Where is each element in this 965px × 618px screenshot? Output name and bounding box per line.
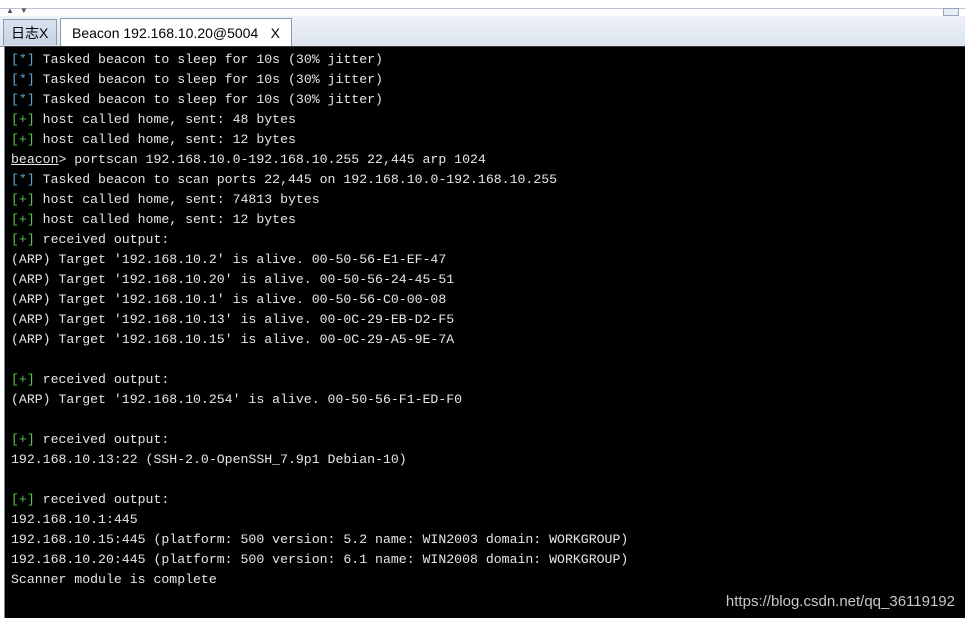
console-line-text: (ARP) Target '192.168.10.20' is alive. 0… xyxy=(11,272,455,287)
tab-label: 日志 xyxy=(11,25,39,41)
console-line: (ARP) Target '192.168.10.13' is alive. 0… xyxy=(11,310,628,330)
success-tag: [+] xyxy=(11,492,35,507)
success-tag: [+] xyxy=(11,132,35,147)
console-line: (ARP) Target '192.168.10.15' is alive. 0… xyxy=(11,330,628,350)
tab-event-log[interactable]: 日志X xyxy=(3,19,57,45)
info-tag: [*] xyxy=(11,52,35,67)
console-line: [+] received output: xyxy=(11,370,628,390)
console-line: (ARP) Target '192.168.10.20' is alive. 0… xyxy=(11,270,628,290)
console-line-text: Tasked beacon to scan ports 22,445 on 19… xyxy=(34,172,558,187)
console-line: [+] received output: xyxy=(11,490,628,510)
watermark: https://blog.csdn.net/qq_36119192 xyxy=(725,593,955,610)
console-line-text: received output: xyxy=(34,372,170,387)
tab-bar: 日志X Beacon 192.168.10.20@5004 X xyxy=(0,16,965,47)
info-tag: [*] xyxy=(11,172,35,187)
console-line: (ARP) Target '192.168.10.254' is alive. … xyxy=(11,390,628,410)
console-line: (ARP) Target '192.168.10.2' is alive. 00… xyxy=(11,250,628,270)
console-line-text: (ARP) Target '192.168.10.2' is alive. 00… xyxy=(11,252,447,267)
console-line-text: 192.168.10.20:445 (platform: 500 version… xyxy=(11,552,629,567)
console-line: (ARP) Target '192.168.10.1' is alive. 00… xyxy=(11,290,628,310)
console-line-text: host called home, sent: 48 bytes xyxy=(34,112,296,127)
console-line-text: received output: xyxy=(34,492,170,507)
info-tag: [*] xyxy=(11,92,35,107)
scroll-arrows[interactable]: ▲ ▼ xyxy=(6,7,34,15)
tab-beacon[interactable]: Beacon 192.168.10.20@5004 X xyxy=(60,18,292,47)
success-tag: [+] xyxy=(11,232,35,247)
console-line-text: > portscan 192.168.10.0-192.168.10.255 2… xyxy=(58,152,486,167)
console-line-text: (ARP) Target '192.168.10.15' is alive. 0… xyxy=(11,332,455,347)
beacon-prompt: beacon xyxy=(11,152,59,167)
console-line-text: 192.168.10.15:445 (platform: 500 version… xyxy=(11,532,629,547)
console-line-text: (ARP) Target '192.168.10.1' is alive. 00… xyxy=(11,292,447,307)
console-line: [+] host called home, sent: 12 bytes xyxy=(11,210,628,230)
arrow-down-icon[interactable]: ▼ xyxy=(20,6,28,15)
success-tag: [+] xyxy=(11,112,35,127)
close-icon[interactable]: X xyxy=(39,25,48,41)
console-line: 192.168.10.13:22 (SSH-2.0-OpenSSH_7.9p1 … xyxy=(11,450,628,470)
console-line-text: host called home, sent: 12 bytes xyxy=(34,132,296,147)
console-line-text: Tasked beacon to sleep for 10s (30% jitt… xyxy=(34,92,383,107)
console-line-text: Tasked beacon to sleep for 10s (30% jitt… xyxy=(34,72,383,87)
console-line: [+] host called home, sent: 74813 bytes xyxy=(11,190,628,210)
console-line-text: (ARP) Target '192.168.10.254' is alive. … xyxy=(11,392,463,407)
success-tag: [+] xyxy=(11,212,35,227)
console-line-text: Scanner module is complete xyxy=(11,572,217,587)
console-line: [+] host called home, sent: 12 bytes xyxy=(11,130,628,150)
beacon-console[interactable]: [*] Tasked beacon to sleep for 10s (30% … xyxy=(4,46,965,618)
console-line-text: 192.168.10.13:22 (SSH-2.0-OpenSSH_7.9p1 … xyxy=(11,452,407,467)
close-icon[interactable]: X xyxy=(271,19,280,47)
console-line: Scanner module is complete xyxy=(11,570,628,590)
console-line: [*] Tasked beacon to sleep for 10s (30% … xyxy=(11,90,628,110)
console-line: [*] Tasked beacon to sleep for 10s (30% … xyxy=(11,50,628,70)
info-tag: [*] xyxy=(11,72,35,87)
console-line: [*] Tasked beacon to sleep for 10s (30% … xyxy=(11,70,628,90)
success-tag: [+] xyxy=(11,432,35,447)
arrow-up-icon[interactable]: ▲ xyxy=(6,6,14,15)
tab-label: Beacon 192.168.10.20@5004 xyxy=(72,25,259,41)
console-line-text: (ARP) Target '192.168.10.13' is alive. 0… xyxy=(11,312,455,327)
maximize-icon[interactable] xyxy=(943,8,959,16)
console-line-text: received output: xyxy=(34,432,170,447)
console-line-text: 192.168.10.1:445 xyxy=(11,512,138,527)
console-line: 192.168.10.20:445 (platform: 500 version… xyxy=(11,550,628,570)
console-line: [+] received output: xyxy=(11,230,628,250)
console-line: 192.168.10.1:445 xyxy=(11,510,628,530)
console-line: 192.168.10.15:445 (platform: 500 version… xyxy=(11,530,628,550)
window-top-strip xyxy=(0,0,965,9)
console-line-text: received output: xyxy=(34,232,170,247)
console-line-text: host called home, sent: 74813 bytes xyxy=(34,192,320,207)
console-output: [*] Tasked beacon to sleep for 10s (30% … xyxy=(11,50,628,590)
console-line: [+] received output: xyxy=(11,430,628,450)
console-line-text: Tasked beacon to sleep for 10s (30% jitt… xyxy=(34,52,383,67)
console-line: [*] Tasked beacon to scan ports 22,445 o… xyxy=(11,170,628,190)
console-line-text: host called home, sent: 12 bytes xyxy=(34,212,296,227)
console-line: [+] host called home, sent: 48 bytes xyxy=(11,110,628,130)
success-tag: [+] xyxy=(11,372,35,387)
console-line: beacon> portscan 192.168.10.0-192.168.10… xyxy=(11,150,628,170)
success-tag: [+] xyxy=(11,192,35,207)
